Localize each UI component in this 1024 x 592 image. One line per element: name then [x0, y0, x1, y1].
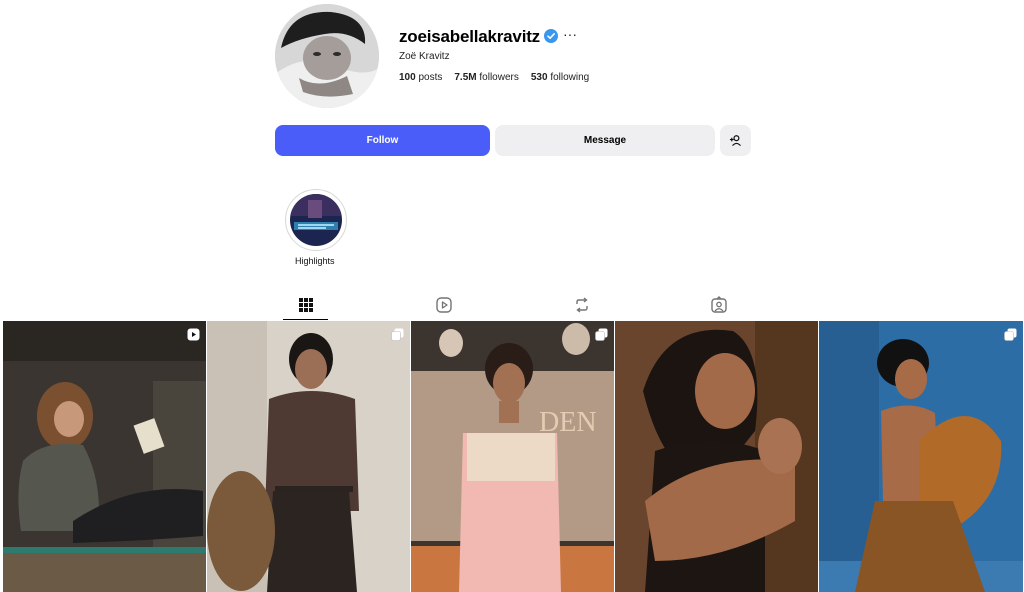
followers-count-stat[interactable]: 7.5M followers: [454, 72, 518, 83]
tagged-icon[interactable]: [710, 296, 728, 314]
active-tab-indicator: [283, 319, 328, 320]
following-count-stat[interactable]: 530 following: [531, 72, 589, 83]
post-thumbnail[interactable]: [615, 321, 818, 592]
highlight-label: Highlights: [295, 256, 335, 266]
suggested-accounts-button[interactable]: [720, 125, 751, 156]
post-thumbnail[interactable]: [207, 321, 410, 592]
profile-stats: 100 posts 7.5M followers 530 following: [399, 72, 589, 83]
post-thumbnail[interactable]: DEN: [411, 321, 614, 592]
post-thumbnail[interactable]: [3, 321, 206, 592]
verified-badge-icon: [544, 29, 558, 43]
profile-username: zoeisabellakravitz: [399, 27, 540, 46]
highlight-cover-image: [290, 194, 342, 246]
message-button[interactable]: Message: [495, 125, 715, 156]
post-thumbnail[interactable]: [819, 321, 1023, 592]
carousel-icon: [391, 328, 404, 341]
posts-grid-icon[interactable]: [297, 296, 315, 314]
reel-icon: [187, 328, 200, 341]
posts-count-stat: 100 posts: [399, 72, 443, 83]
posts-grid: DEN: [3, 321, 1023, 592]
follow-button[interactable]: Follow: [275, 125, 490, 156]
profile-avatar[interactable]: [275, 4, 379, 108]
story-highlight[interactable]: [285, 189, 347, 251]
reels-icon[interactable]: [435, 296, 453, 314]
add-user-icon: [729, 135, 741, 147]
more-options-icon[interactable]: ···: [563, 26, 577, 42]
reposts-icon[interactable]: [573, 296, 591, 314]
profile-full-name: Zoë Kravitz: [399, 51, 450, 62]
carousel-icon: [595, 328, 608, 341]
carousel-icon: [1004, 328, 1017, 341]
